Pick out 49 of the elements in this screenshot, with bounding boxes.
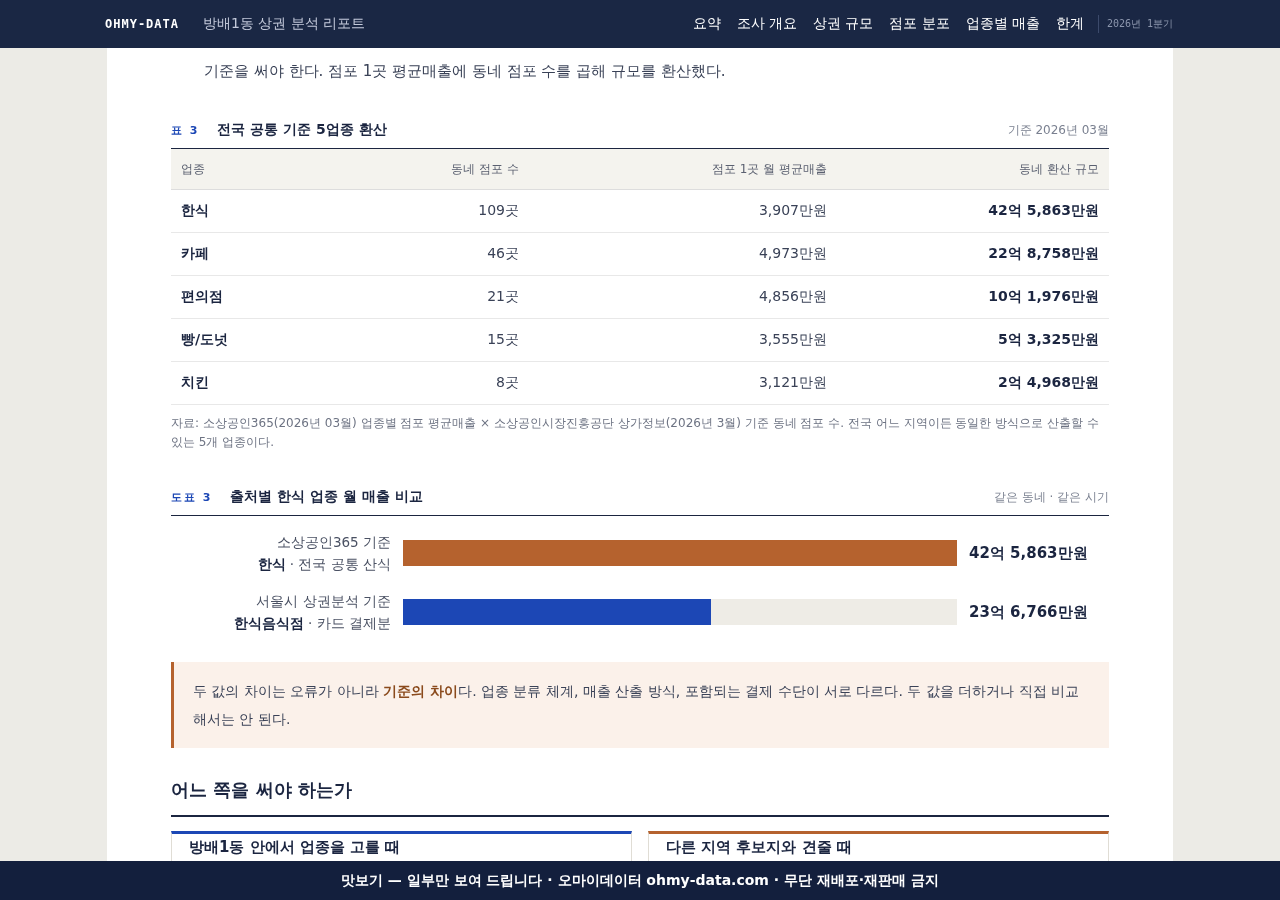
table-cell: 46곳 <box>341 232 529 276</box>
bar-category: 한식 · 전국 공통 산식 <box>256 555 391 574</box>
table-cell: 빵/도넛 <box>171 318 341 362</box>
table-cell: 2억 4,968만원 <box>837 361 1109 405</box>
table-cell: 109곳 <box>341 189 529 233</box>
nav-link[interactable]: 한계 <box>1055 15 1084 33</box>
column-header: 업종 <box>171 149 341 190</box>
column-header: 동네 환산 규모 <box>837 149 1109 190</box>
table-cell: 카페 <box>171 232 341 276</box>
report-title: 방배1동 상권 분석 리포트 <box>203 15 366 33</box>
bar-value: 23억 6,766만원 <box>969 602 1088 622</box>
column-header: 점포 1곳 월 평균매출 <box>529 149 837 190</box>
table-cell: 3,121만원 <box>529 361 837 405</box>
table-cell: 15곳 <box>341 318 529 362</box>
table-cell: 42억 5,863만원 <box>837 189 1109 233</box>
table-cell: 편의점 <box>171 275 341 319</box>
figure-label: 표 3 <box>171 123 200 138</box>
nav-link[interactable]: 요약 <box>692 15 721 33</box>
bar-category: 한식음식점 · 카드 결제분 <box>232 614 391 633</box>
nav-link[interactable]: 업종별 매출 <box>965 15 1040 33</box>
nav-link[interactable]: 조사 개요 <box>736 15 797 33</box>
brand-logo[interactable]: OHMY-DATA <box>105 17 180 31</box>
bar-source: 소상공인365 기준 <box>275 533 391 552</box>
figure-meta: 같은 동네 · 같은 시기 <box>993 489 1109 506</box>
table-cell: 4,973만원 <box>529 232 837 276</box>
table-cell: 치킨 <box>171 361 341 405</box>
figure-label: 도표 3 <box>171 490 213 505</box>
table-cell: 22억 8,758만원 <box>837 232 1109 276</box>
nav-link[interactable]: 상권 규모 <box>813 15 874 33</box>
section-heading: 어느 쪽을 써야 하는가 <box>171 778 1109 817</box>
table-cell: 21곳 <box>341 275 529 319</box>
table-cell: 3,555만원 <box>529 318 837 362</box>
bar-source: 서울시 상권분석 기준 <box>255 592 391 611</box>
table-cell: 5억 3,325만원 <box>837 318 1109 362</box>
column-header: 동네 점포 수 <box>341 149 529 190</box>
figure-meta: 기준 2026년 03월 <box>1007 122 1109 139</box>
table-cell: 8곳 <box>341 361 529 405</box>
note-callout: 두 값의 차이는 오류가 아니라 기준의 차이다. 업종 분류 체계, 매출 산출 방식, 포함되는 결제 수단이 서로 다르다. 두 값을 더하거나 직접 비교해서는 안 된다. <box>171 662 1109 748</box>
table-cell: 4,856만원 <box>529 275 837 319</box>
period-label: 2026년 1분기 <box>1097 15 1173 33</box>
intro-paragraph: 기준을 써야 한다. 점포 1곳 평균매출에 동네 점포 수를 곱해 규모를 환산했다. <box>204 61 727 82</box>
bar-value: 42억 5,863만원 <box>969 543 1088 563</box>
figure-title: 전국 공통 기준 5업종 환산 <box>217 121 387 139</box>
source-note: 자료: 소상공인365(2026년 03월) 업종별 점포 평균매출 × 소상공인시장진흥공단 상가정보(2026년 3월) 기준 동네 점포 수. 전국 어느 지역이든 동일한 방식으로 산출할 수 있는 5개 업종이다. <box>171 415 1100 451</box>
table-cell: 10억 1,976만원 <box>837 275 1109 319</box>
figure-title: 출처별 한식 업종 월 매출 비교 <box>230 488 423 506</box>
table-cell: 3,907만원 <box>529 189 837 233</box>
nav-link[interactable]: 점포 분포 <box>889 15 950 33</box>
table-cell: 한식 <box>171 189 341 233</box>
